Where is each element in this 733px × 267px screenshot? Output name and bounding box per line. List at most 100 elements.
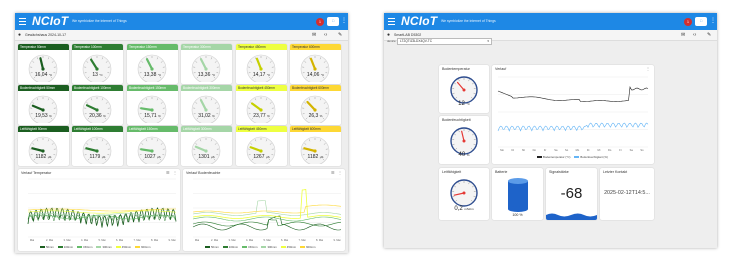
legend-item[interactable]: 300mm [261,245,277,249]
legend-swatch [222,246,228,249]
x-tick-label: 8. Mai [151,238,158,242]
gauge-value-number: 26,3 [308,113,319,119]
last-contact-card: Letzter Kontakt 2025-02-12T14:5... [600,168,654,220]
gauge-title: Temperatur 600mm [290,44,341,50]
x-tick-label: Mo [500,148,504,152]
menu-icon[interactable] [19,18,26,25]
legend-item[interactable]: Bodenfeuchtigkeit (%) [574,155,608,159]
window-button[interactable]: □ [327,17,339,26]
gauge-value-unit: % [319,114,323,118]
edit-icon[interactable]: ✎ [707,32,711,38]
gauge-value: 26,3 % [294,113,337,119]
legend-swatch [261,246,267,249]
gauge-value: 23,77 % [240,113,283,119]
gauge-value-unit: µS [265,155,270,159]
legend-item[interactable]: 450mm [115,245,131,249]
x-tick-label: Mi [522,148,525,152]
gauge-value: 14,17 °C [240,72,283,78]
gauge-title: Leitfähigkeit 600mm [290,126,341,132]
gauge-value-number: 14,17 [252,72,266,78]
legend-item[interactable]: 150mm [242,245,257,249]
x-tick-label: 4. Mai [246,238,253,242]
gauge-value: 1182 µS [22,154,65,160]
top-app-bar: NCIoT We symbiotize the internet of Thin… [15,13,348,30]
gauge-tile: Leitfähigkeit 600mm 1182 µS [290,126,341,166]
x-tick-label: So [565,148,569,152]
legend-item[interactable]: 50mm [205,245,219,249]
gauge-value-number: 15,71 [144,113,157,119]
x-tick-label: Sa [554,148,558,152]
legend-item[interactable]: 300mm [96,245,112,249]
gauge-value-number: 13,36 [197,72,211,78]
conductivity-gauge-card: Leitfähigkeit 0,2 mS/cm [439,168,489,220]
gauge-title: Temperatur 100mm [72,44,123,50]
legend-label: 600mm [141,245,151,249]
mail-icon[interactable]: ✉ [312,32,316,38]
x-tick-label: 5. Mai [98,238,105,242]
chevron-down-icon: ▾ [487,39,489,43]
soil-temp-gauge-card: Bodentemperatur 12 °C [439,65,489,113]
chart-series-line [192,219,342,227]
gauge-tile: Temperatur 450mm 14,17 °C [236,44,287,84]
chart-legend: Bodentemperatur (°C) Bodenfeuchtigkeit (%… [537,155,612,159]
gauge-title: Bodenfeuchtigkeit 50mm [18,85,69,91]
legend-swatch [537,156,542,159]
x-tick-label: Fr [544,148,547,152]
gauge-value: 1027 µS [131,154,174,160]
mail-icon[interactable]: ✉ [681,32,685,38]
x-tick-label: 2. Mai [46,238,53,242]
code-icon[interactable]: ‹› [324,32,327,38]
x-tick-label: 5. Mai [263,238,270,242]
gauge-value-number: 31,02 [198,113,211,119]
gauge-value-number: 20,36 [89,113,102,119]
more-vert-icon[interactable]: ⋮ [710,17,716,26]
edit-icon[interactable]: ✎ [338,32,342,38]
signal-card: Signalstärke -68 [546,168,597,220]
legend-item[interactable]: 150mm [77,245,92,249]
notification-badge[interactable]: 1 [316,18,324,26]
legend-item[interactable]: 100mm [222,245,238,249]
legend-item[interactable]: 600mm [135,245,150,249]
gauge-value-number: 1027 [144,154,156,160]
gauge-value-unit: % [49,114,52,118]
legend-item[interactable]: Bodentemperatur (°C) [537,155,570,159]
gauge-title: Temperatur 300mm [181,44,232,50]
last-contact-value: 2025-02-12T14:5... [604,190,650,196]
gauge-tile: Leitfähigkeit 100mm 1179 µS [72,126,123,166]
legend-item[interactable]: 50mm [40,245,54,249]
legend-label: 50mm [46,245,54,249]
legend-swatch [115,246,121,249]
x-tick-label: Fr [619,148,622,152]
brand-logo: NCIoT [401,14,438,28]
gauge-value: 13 °C [76,72,119,78]
more-vert-icon[interactable]: ⋮ [341,17,347,26]
gauge-value-unit: °C [48,73,53,77]
x-tick-label: 9. Mai [333,238,340,242]
menu-icon[interactable] [388,18,395,25]
x-tick-label: Do [608,148,612,152]
chart-temperature-card: Verlauf Temperatur ☰ ⋮ Mai 2. Mai 3. Mai 4.… [18,169,180,251]
gauge-tile: Leitfähigkeit 150mm 1027 µS [127,126,178,166]
conductivity-gauge [450,179,478,207]
gauge-tile: Bodenfeuchtigkeit 150mm 15,71 % [127,85,178,125]
legend-item[interactable]: 450mm [280,245,296,249]
soil-moisture-gauge-card: Bodenfeuchtigkeit 40 % [439,116,489,164]
x-tick-label: Di [512,148,515,152]
code-icon[interactable]: ‹› [693,32,696,38]
gauge-tile: Bodenfeuchtigkeit 600mm 26,3 % [290,85,341,125]
person-icon: ● [387,32,391,38]
gauge-value-unit: °C [99,73,103,77]
window-button[interactable]: □ [695,17,707,26]
notification-badge[interactable]: 1 [684,18,692,26]
gauge-value-unit: µS [210,155,215,159]
gauge-value-unit: % [103,114,106,118]
gauge-value: 20,36 % [76,113,119,119]
device-select[interactable]: LT2QTIZ3LDX4QV-TC ▾ [397,38,492,45]
gauge-tile: Leitfähigkeit 50mm 1182 µS [18,126,69,166]
legend-item[interactable]: 100mm [57,245,73,249]
legend-item[interactable]: 600mm [300,245,315,249]
gauge-tile: Temperatur 50mm 16,04 °C [18,44,69,84]
gauge-value-number: 1182 [35,154,47,160]
gauge-value-unit: µS [156,155,161,159]
gauge-value: 1182 µS [294,154,337,160]
